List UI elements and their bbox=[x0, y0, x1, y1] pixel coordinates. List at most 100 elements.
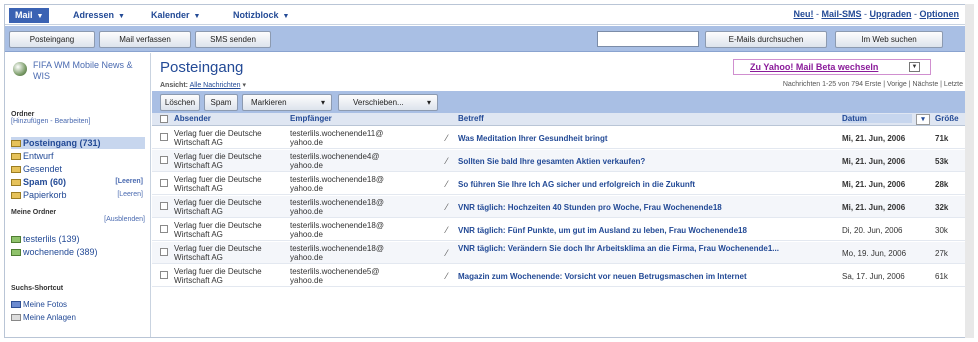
paperclip-icon: ⁄ bbox=[446, 225, 448, 235]
row-to: testerlils.wochenende5@ yahoo.de bbox=[290, 267, 380, 285]
col-empfaenger[interactable]: Empfänger bbox=[290, 114, 332, 123]
shortcut-label: Meine Anlagen bbox=[23, 313, 76, 322]
row-from: Verlag fuer die Deutsche Wirtschaft AG bbox=[174, 175, 262, 193]
paperclip-icon bbox=[11, 314, 21, 321]
mark-dropdown[interactable]: Markieren ▾ bbox=[242, 94, 332, 111]
tab-adressen[interactable]: Adressen ▼ bbox=[67, 8, 131, 23]
chevron-down-icon[interactable]: ▼ bbox=[283, 13, 290, 20]
col-datum[interactable]: Datum bbox=[842, 114, 912, 123]
row-checkbox[interactable] bbox=[160, 271, 168, 279]
sidebar-item-wochenende[interactable]: wochenende (389) bbox=[11, 246, 145, 258]
row-to: testerlils.wochenende18@ yahoo.de bbox=[290, 221, 384, 239]
row-size: 27k bbox=[935, 249, 948, 258]
tab-notizblock-label: Notizblock bbox=[233, 10, 279, 20]
row-checkbox[interactable] bbox=[160, 179, 168, 187]
sidebar-item-spam[interactable]: Spam (60) [Leeren] bbox=[11, 176, 145, 188]
paperclip-icon: ⁄ bbox=[446, 271, 448, 281]
sidebar-item-entwurf[interactable]: Entwurf bbox=[11, 150, 145, 162]
row-from: Verlag fuer die Deutsche Wirtschaft AG bbox=[174, 267, 262, 285]
compose-button[interactable]: Mail verfassen bbox=[99, 31, 191, 48]
scrollbar[interactable] bbox=[965, 4, 974, 338]
paperclip-icon: ⁄ bbox=[446, 248, 448, 258]
chevron-down-icon[interactable]: ▼ bbox=[37, 13, 44, 20]
row-subject[interactable]: So führen Sie Ihre Ich AG sicher und erf… bbox=[458, 180, 838, 190]
link-upgraden[interactable]: Upgraden bbox=[869, 9, 911, 19]
table-row[interactable]: Verlag fuer die Deutsche Wirtschaft AG t… bbox=[152, 173, 965, 195]
view-label: Ansicht: bbox=[160, 82, 188, 89]
my-folders-header: Meine Ordner [Ausblenden] bbox=[11, 209, 145, 223]
folder-icon bbox=[11, 153, 21, 160]
move-dropdown[interactable]: Verschieben... ▾ bbox=[338, 94, 438, 111]
shortcut-anlagen[interactable]: Meine Anlagen bbox=[11, 312, 145, 324]
tab-mail[interactable]: Mail ▼ bbox=[9, 8, 50, 23]
row-subject[interactable]: VNR täglich: Fünf Punkte, um gut im Ausl… bbox=[458, 226, 838, 236]
table-row[interactable]: Verlag fuer die Deutsche Wirtschaft AG t… bbox=[152, 265, 965, 287]
tab-notizblock[interactable]: Notizblock ▼ bbox=[227, 8, 295, 23]
table-row[interactable]: Verlag fuer die Deutsche Wirtschaft AG t… bbox=[152, 219, 965, 241]
sidebar-item-label: Papierkorb bbox=[23, 190, 67, 200]
search-mail-button[interactable]: E-Mails durchsuchen bbox=[705, 31, 827, 48]
sidebar-item-label: wochenende (389) bbox=[23, 247, 98, 257]
my-folders-toggle[interactable]: [Ausblenden] bbox=[11, 216, 145, 223]
check-mail-button[interactable]: Posteingang bbox=[9, 31, 95, 48]
chevron-down-icon[interactable]: ▼ bbox=[909, 62, 920, 72]
tab-adressen-label: Adressen bbox=[73, 10, 115, 20]
sidebar-item-label: Spam (60) bbox=[23, 177, 67, 187]
shortcuts-title: Suchs-Shortcut bbox=[11, 285, 64, 292]
sort-icon[interactable]: ▾ bbox=[916, 114, 930, 125]
table-row[interactable]: Verlag fuer die Deutsche Wirtschaft AG t… bbox=[152, 196, 965, 218]
link-neu[interactable]: Neu! bbox=[793, 9, 813, 19]
col-groesse[interactable]: Größe bbox=[935, 114, 959, 123]
sidebar-item-papierkorb[interactable]: Papierkorb [Leeren] bbox=[11, 189, 145, 201]
row-checkbox[interactable] bbox=[160, 202, 168, 210]
beta-switch-link[interactable]: Zu Yahoo! Mail Beta wechseln ▼ bbox=[733, 59, 931, 75]
tab-kalender[interactable]: Kalender ▼ bbox=[145, 8, 206, 23]
chevron-down-icon[interactable]: ▼ bbox=[118, 13, 125, 20]
paperclip-icon: ⁄ bbox=[446, 202, 448, 212]
chevron-down-icon: ▾ bbox=[320, 98, 325, 107]
chevron-down-icon[interactable]: ▼ bbox=[194, 13, 201, 20]
table-row[interactable]: Verlag fuer die Deutsche Wirtschaft AG t… bbox=[152, 242, 965, 264]
view-select[interactable]: Alle Nachrichten bbox=[190, 82, 241, 89]
row-checkbox[interactable] bbox=[160, 225, 168, 233]
folders-edit-link[interactable]: [Hinzufügen - Bearbeiten] bbox=[11, 118, 145, 125]
row-checkbox[interactable] bbox=[160, 133, 168, 141]
select-all-checkbox[interactable] bbox=[160, 115, 168, 123]
row-checkbox[interactable] bbox=[160, 248, 168, 256]
table-row[interactable]: Verlag fuer die Deutsche Wirtschaft AG t… bbox=[152, 150, 965, 172]
sms-button[interactable]: SMS senden bbox=[195, 31, 271, 48]
table-row[interactable]: Verlag fuer die Deutsche Wirtschaft AG t… bbox=[152, 127, 965, 149]
row-size: 61k bbox=[935, 272, 948, 281]
shortcut-fotos[interactable]: Meine Fotos bbox=[11, 299, 145, 311]
empty-spam-link[interactable]: [Leeren] bbox=[115, 176, 143, 188]
sidebar-item-posteingang[interactable]: Posteingang (731) bbox=[11, 137, 145, 149]
row-subject[interactable]: Sollten Sie bald Ihre gesamten Aktien ve… bbox=[458, 157, 838, 167]
row-to: testerlils.wochenende18@ yahoo.de bbox=[290, 198, 384, 216]
row-checkbox[interactable] bbox=[160, 156, 168, 164]
row-subject[interactable]: Was Meditation Ihrer Gesundheit bringt bbox=[458, 134, 838, 144]
tab-kalender-label: Kalender bbox=[151, 10, 190, 20]
row-from: Verlag fuer die Deutsche Wirtschaft AG bbox=[174, 129, 262, 147]
page-title: Posteingang bbox=[160, 59, 244, 76]
search-web-button[interactable]: Im Web suchen bbox=[835, 31, 943, 48]
sidebar-item-gesendet[interactable]: Gesendet bbox=[11, 163, 145, 175]
col-betreff[interactable]: Betreff bbox=[458, 114, 484, 123]
tab-mail-label: Mail bbox=[15, 10, 33, 20]
sidebar-item-label: Gesendet bbox=[23, 164, 63, 174]
empty-trash-link[interactable]: [Leeren] bbox=[117, 189, 143, 201]
row-from: Verlag fuer die Deutsche Wirtschaft AG bbox=[174, 244, 262, 262]
row-subject[interactable]: Magazin zum Wochenende: Vorsicht vor neu… bbox=[458, 272, 838, 282]
spam-button[interactable]: Spam bbox=[204, 94, 238, 111]
link-mail-sms[interactable]: Mail-SMS bbox=[821, 9, 861, 19]
delete-button[interactable]: Löschen bbox=[160, 94, 200, 111]
row-subject[interactable]: VNR täglich: Verändern Sie doch Ihr Arbe… bbox=[458, 244, 838, 254]
row-to: testerlils.wochenende18@ yahoo.de bbox=[290, 244, 384, 262]
toolbar: Posteingang Mail verfassen SMS senden E-… bbox=[5, 26, 965, 52]
search-input[interactable] bbox=[597, 31, 699, 47]
promo-link[interactable]: FIFA WM Mobile News & WIS bbox=[11, 59, 145, 101]
link-optionen[interactable]: Optionen bbox=[920, 9, 960, 19]
col-absender[interactable]: Absender bbox=[174, 114, 211, 123]
sidebar-item-testerlils[interactable]: testerlils (139) bbox=[11, 233, 145, 245]
pagination[interactable]: Nachrichten 1-25 von 794 Erste | Vorige … bbox=[783, 81, 963, 88]
row-subject[interactable]: VNR täglich: Hochzeiten 40 Stunden pro W… bbox=[458, 203, 838, 213]
